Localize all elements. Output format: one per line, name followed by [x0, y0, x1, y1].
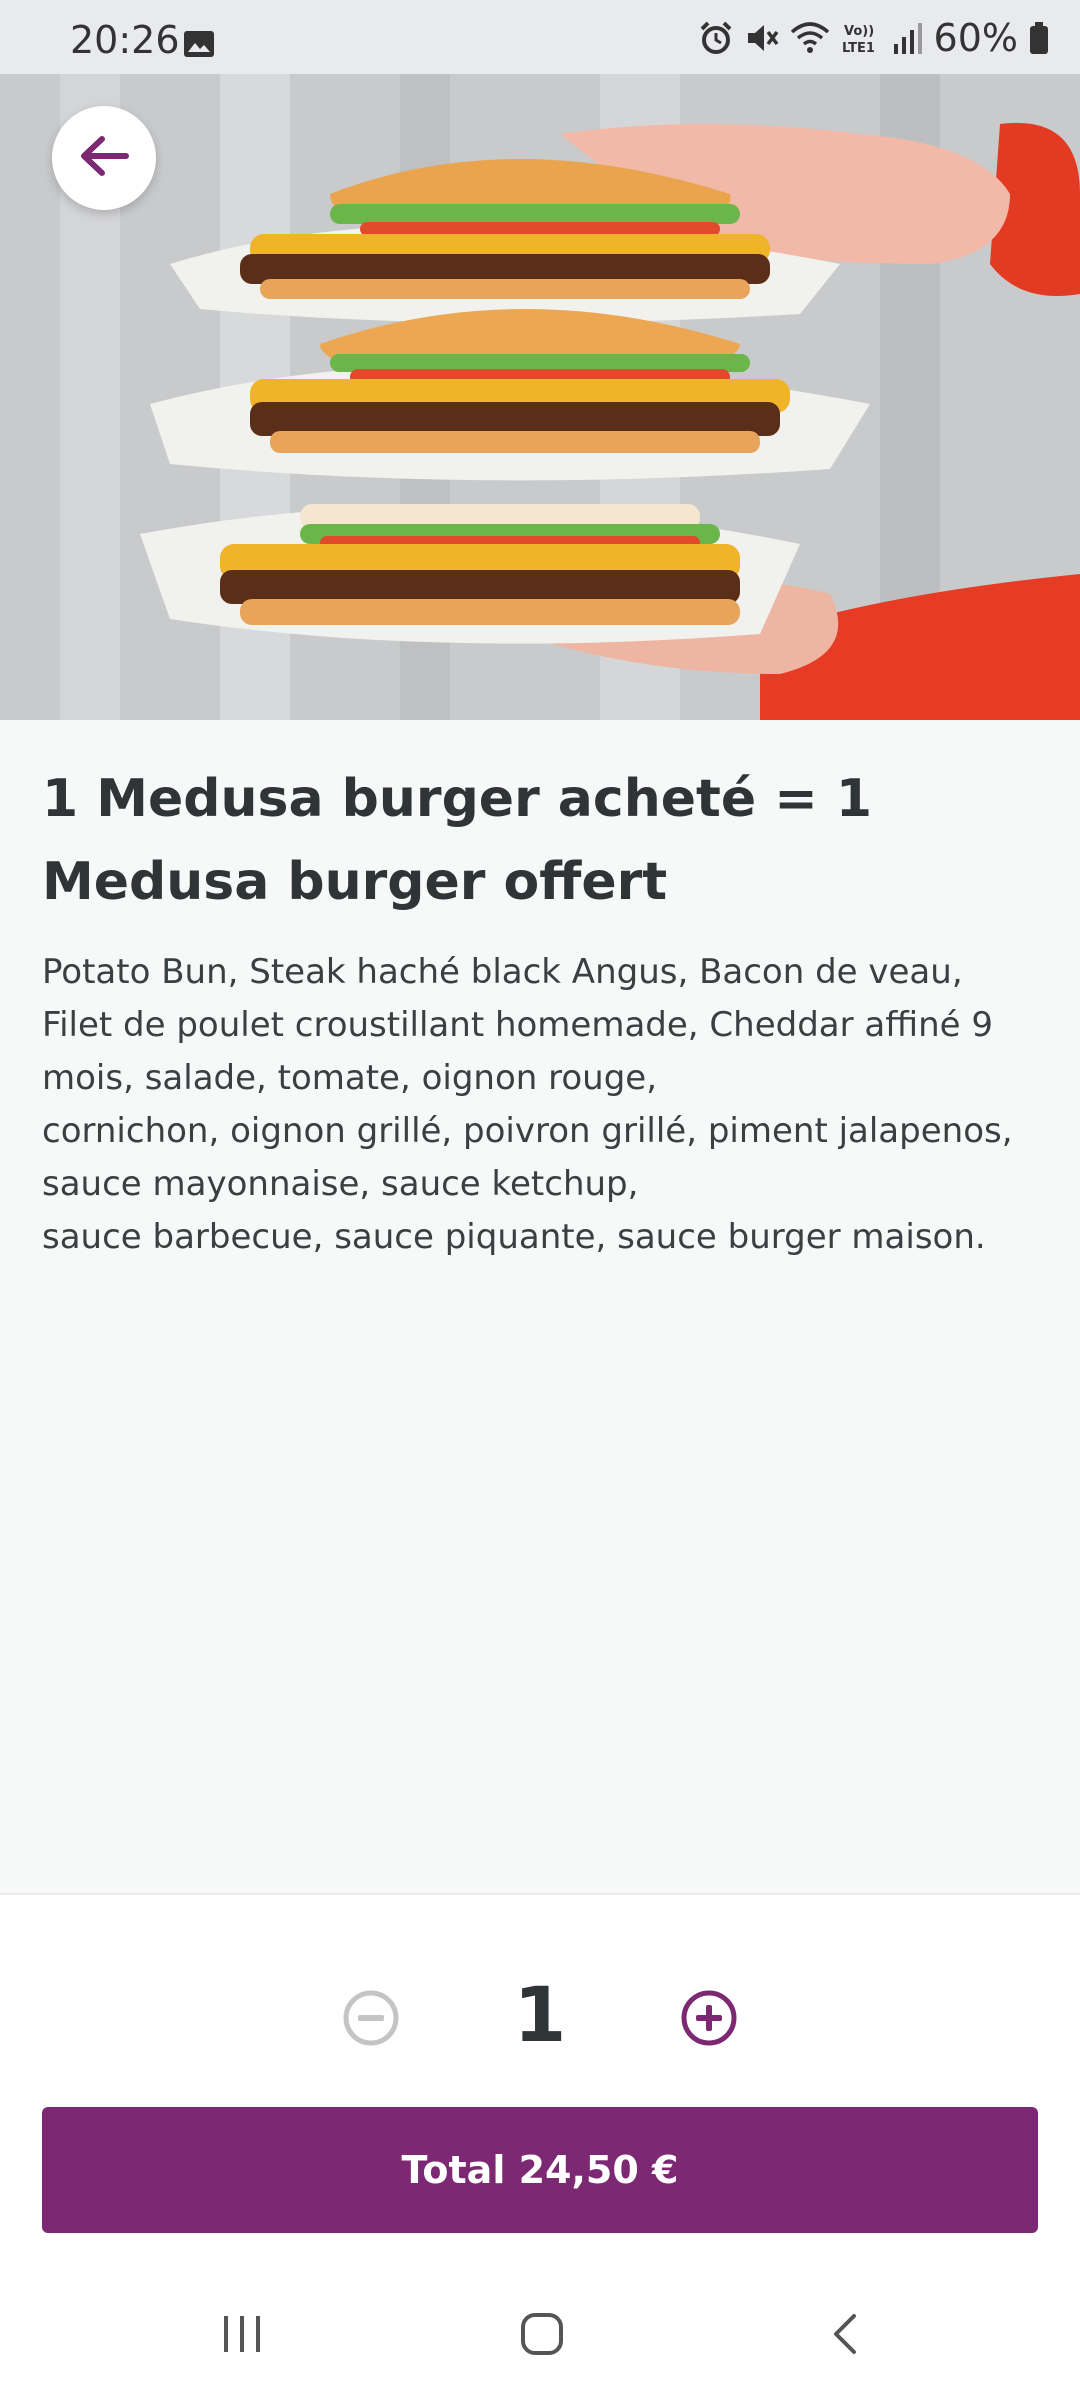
product-info: 1 Medusa burger acheté = 1 Medusa burger… [0, 720, 1080, 1264]
wifi-icon [790, 20, 830, 56]
status-time: 20:26 [70, 18, 180, 62]
product-description: Potato Bun, Steak haché black Angus, Bac… [42, 952, 1013, 1257]
image-icon [183, 30, 215, 58]
status-bar: 20:26 Vo)) LTE1 60% [0, 0, 1080, 74]
add-to-cart-button[interactable]: Total 24,50 € [42, 2107, 1038, 2233]
home-button[interactable] [520, 2312, 564, 2356]
volte-icon: Vo)) LTE1 [840, 20, 882, 56]
alarm-icon [698, 20, 734, 56]
system-nav-bar [0, 2270, 1080, 2400]
quantity-stepper: 1 [0, 1955, 1080, 2075]
arrow-left-icon [78, 134, 130, 182]
back-icon [826, 2314, 866, 2360]
product-image [0, 74, 1080, 720]
increase-quantity-button[interactable] [679, 1988, 739, 2048]
home-icon [520, 2313, 564, 2360]
battery-icon [1028, 20, 1050, 56]
recent-apps-icon [220, 2316, 264, 2360]
quantity-value: 1 [513, 1970, 567, 2059]
system-back-button[interactable] [826, 2312, 866, 2356]
signal-icon [892, 20, 924, 56]
minus-circle-icon [341, 1990, 401, 2052]
status-icons: Vo)) LTE1 60% [698, 14, 1050, 62]
svg-text:Vo)): Vo)) [844, 24, 874, 39]
svg-text:LTE1: LTE1 [842, 41, 875, 56]
battery-text: 60% [933, 16, 1018, 60]
product-title: 1 Medusa burger acheté = 1 Medusa burger… [42, 769, 873, 912]
decrease-quantity-button[interactable] [341, 1988, 401, 2048]
back-button[interactable] [52, 106, 156, 210]
recent-apps-button[interactable] [220, 2312, 264, 2356]
product-detail-screen: 20:26 Vo)) LTE1 60% 1 Medusa burger ache… [0, 0, 1080, 2400]
plus-circle-icon [679, 1990, 739, 2052]
mute-icon [744, 20, 780, 56]
